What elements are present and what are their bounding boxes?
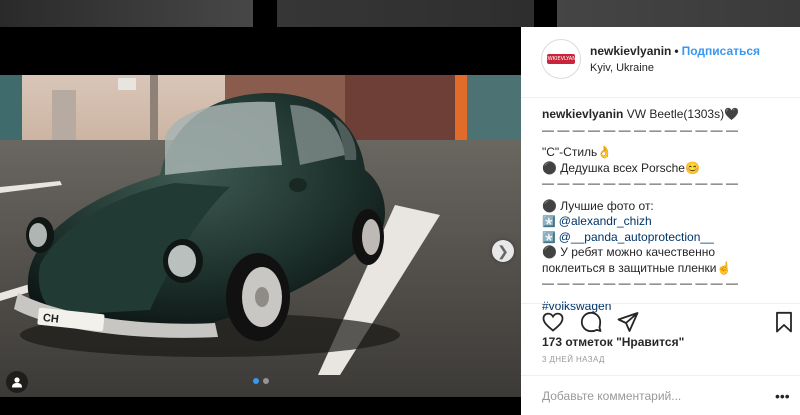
feed-thumbnail[interactable] — [557, 0, 800, 27]
caption-username[interactable]: newkievlyanin — [542, 107, 623, 121]
carousel-dot-active — [253, 378, 259, 384]
caption-line: "C"-Стиль👌 — [542, 145, 613, 159]
caption-line: newkievlyanin VW Beetle(1303s)🖤 — [542, 107, 740, 121]
caption-line: ⚫ Лучшие фото от: — [542, 198, 654, 213]
user-tag-button[interactable] — [6, 371, 28, 393]
chevron-right-icon: ❯ — [497, 242, 509, 259]
post-details-panel: NEWKIEVLYANIN newkievlyanin•Подписаться … — [521, 27, 800, 415]
avatar-image: NEWKIEVLYANIN — [544, 42, 578, 76]
mention-link[interactable]: @alexandr_chizh — [559, 214, 652, 228]
post-timestamp[interactable]: 3 ДНЕЙ НАЗАД — [542, 355, 605, 364]
svg-text:CH: CH — [42, 312, 59, 326]
user-tag-icon — [12, 377, 22, 388]
likes-count[interactable]: 173 отметок "Нравится" — [542, 335, 684, 349]
more-options-button[interactable]: ••• — [775, 388, 790, 404]
post-photo[interactable]: CH — [0, 75, 521, 397]
feed-thumbnail-strip — [0, 0, 800, 27]
comment-input[interactable] — [542, 387, 742, 405]
carousel-dot — [263, 378, 269, 384]
carousel-dots — [253, 378, 269, 384]
separator-bullet: • — [674, 44, 679, 58]
post-caption: newkievlyanin VW Beetle(1303s)🖤 — — — — … — [542, 107, 794, 314]
mention-link[interactable]: @__panda_autoprotection__ — [559, 230, 714, 244]
caption-line: ⚫ Дедушка всех Porsche😊 — [542, 160, 700, 175]
post-header: NEWKIEVLYANIN newkievlyanin•Подписаться … — [521, 27, 800, 98]
post-actions — [521, 303, 800, 339]
post-photo-container: CH ❯ — [0, 27, 521, 415]
caption-divider: — — — — — — — — — — — — — — [542, 176, 739, 190]
avatar[interactable]: NEWKIEVLYANIN — [541, 39, 581, 79]
caption-line: *️⃣ @alexandr_chizh — [542, 214, 652, 228]
avatar-logo: NEWKIEVLYANIN — [544, 54, 578, 64]
comment-bar: ••• — [521, 375, 800, 415]
caption-divider: — — — — — — — — — — — — — — [542, 122, 739, 137]
location-link[interactable]: Kyiv, Ukraine — [590, 62, 654, 74]
username-link[interactable]: newkievlyanin — [590, 44, 671, 58]
bookmark-icon[interactable] — [772, 310, 796, 334]
feed-thumbnail[interactable] — [0, 0, 253, 27]
comment-icon[interactable] — [579, 310, 603, 334]
caption-line: поклеиться в защитные пленки☝ — [542, 260, 732, 275]
post-author: newkievlyanin • Подписаться — [590, 44, 760, 58]
carousel-next-button[interactable]: ❯ — [492, 240, 514, 262]
follow-button[interactable]: Подписаться — [682, 44, 760, 58]
heart-icon[interactable] — [541, 310, 565, 334]
share-icon[interactable] — [616, 310, 640, 334]
feed-thumbnail[interactable] — [277, 0, 534, 27]
caption-line: ⚫ У ребят можно качественно — [542, 245, 716, 259]
caption-divider: — — — — — — — — — — — — — — [542, 276, 739, 290]
caption-line: *️⃣ @__panda_autoprotection__ — [542, 229, 714, 244]
